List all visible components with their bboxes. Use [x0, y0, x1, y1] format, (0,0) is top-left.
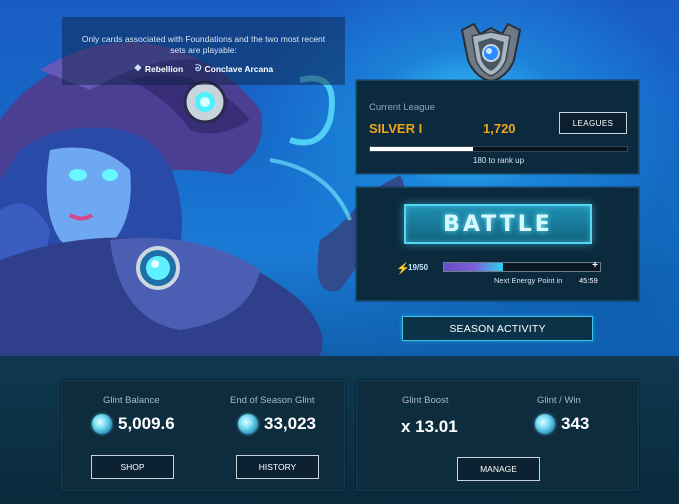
rank-up-text: 180 to rank up: [472, 156, 525, 165]
glint-icon: [238, 414, 258, 434]
league-progress-bar: [369, 146, 628, 152]
league-name: SILVER I: [369, 121, 423, 136]
hero-banner: Only cards associated with Foundations a…: [0, 0, 679, 356]
glint-boost-value: x 13.01: [401, 417, 458, 436]
glint-icon: [92, 414, 112, 434]
glint-balance-value: 5,009.6: [92, 414, 175, 434]
league-progress-fill: [370, 147, 473, 151]
format-notice-text: Only cards associated with Foundations a…: [81, 34, 326, 55]
glint-balance-label: Glint Balance: [103, 395, 160, 406]
league-points: 1,720: [483, 121, 516, 136]
glint-boost-label: Glint Boost: [402, 395, 449, 406]
format-notice: Only cards associated with Foundations a…: [62, 17, 345, 85]
glint-icon: [535, 414, 555, 434]
end-season-glint-value: 33,023: [238, 414, 316, 434]
battle-button[interactable]: BATTLE: [404, 204, 592, 244]
glint-boost-panel: Glint Boost x 13.01 Glint / Win 343 MANA…: [356, 380, 639, 491]
current-league-label: Current League: [369, 102, 436, 113]
energy-count: 19/50: [408, 263, 429, 272]
glint-per-win-value: 343: [535, 414, 589, 434]
manage-button[interactable]: MANAGE: [457, 457, 540, 481]
add-energy-icon[interactable]: +: [592, 260, 598, 271]
glint-per-win-amount: 343: [561, 414, 590, 433]
glint-balance-amount: 5,009.6: [118, 414, 175, 433]
energy-bar: +: [443, 260, 601, 272]
league-panel: Current League SILVER I 1,720 LEAGUES 18…: [356, 80, 639, 174]
set-name: Conclave Arcana: [204, 63, 274, 74]
battle-panel: BATTLE ⚡ 19/50 + Next Energy Point in 45…: [356, 187, 639, 301]
next-energy-label: Next Energy Point in: [494, 276, 563, 285]
end-season-glint-amount: 33,023: [264, 414, 316, 433]
glint-stats-panel: Glint Balance 5,009.6 End of Season Glin…: [61, 380, 345, 491]
end-season-glint-label: End of Season Glint: [230, 395, 315, 406]
history-button[interactable]: HISTORY: [236, 455, 319, 479]
set-rebellion: ❖ Rebellion: [134, 63, 183, 74]
playable-sets: ❖ Rebellion ᘐ Conclave Arcana: [62, 63, 345, 74]
set-name: Rebellion: [144, 63, 184, 74]
shop-button[interactable]: SHOP: [91, 455, 174, 479]
leagues-button[interactable]: LEAGUES: [559, 112, 627, 134]
energy-fill: [444, 263, 504, 271]
league-badge-icon: [460, 22, 522, 84]
set-conclave-arcana: ᘐ Conclave Arcana: [195, 63, 273, 74]
glint-per-win-label: Glint / Win: [537, 395, 581, 406]
next-energy-timer: 45:59: [579, 276, 598, 285]
rebellion-icon: ❖: [133, 63, 142, 73]
season-activity-button[interactable]: SEASON ACTIVITY: [402, 316, 593, 341]
conclave-arcana-icon: ᘐ: [195, 63, 202, 73]
